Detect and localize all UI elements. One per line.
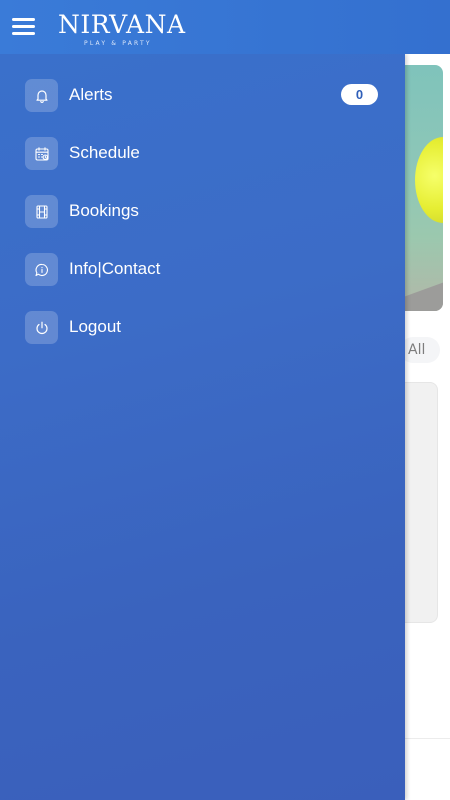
filter-chip-all[interactable]: All	[400, 337, 440, 363]
drawer-item-label: Logout	[69, 317, 121, 336]
calendar-icon	[25, 137, 58, 170]
brand-logo: NIRVANA PLAY & PARTY	[58, 10, 186, 50]
divider	[400, 738, 450, 739]
drawer-item-bookings[interactable]: Bookings	[0, 187, 405, 235]
bell-icon	[25, 79, 58, 112]
drawer-item-label: Schedule	[69, 143, 140, 162]
chat-info-icon	[25, 253, 58, 286]
banner-ball-image	[415, 137, 443, 223]
drawer-item-alerts[interactable]: Alerts 0	[0, 71, 405, 119]
drawer-item-label: Alerts	[69, 85, 113, 104]
brand-name: NIRVANA	[58, 10, 186, 39]
drawer-item-info-contact[interactable]: Info|Contact	[0, 245, 405, 293]
brand-tagline: PLAY & PARTY	[84, 40, 152, 47]
film-strip-icon	[25, 195, 58, 228]
app-bar: NIRVANA PLAY & PARTY	[0, 0, 450, 54]
drawer-item-label: Bookings	[69, 201, 139, 220]
alerts-count-badge: 0	[341, 84, 378, 105]
power-icon	[25, 311, 58, 344]
drawer-item-label: Info|Contact	[69, 259, 161, 278]
navigation-drawer: Alerts 0 Schedule Bookings Info|Contact …	[0, 54, 405, 800]
hamburger-menu-icon[interactable]	[12, 17, 36, 37]
drawer-item-logout[interactable]: Logout	[0, 303, 405, 351]
drawer-item-schedule[interactable]: Schedule	[0, 129, 405, 177]
